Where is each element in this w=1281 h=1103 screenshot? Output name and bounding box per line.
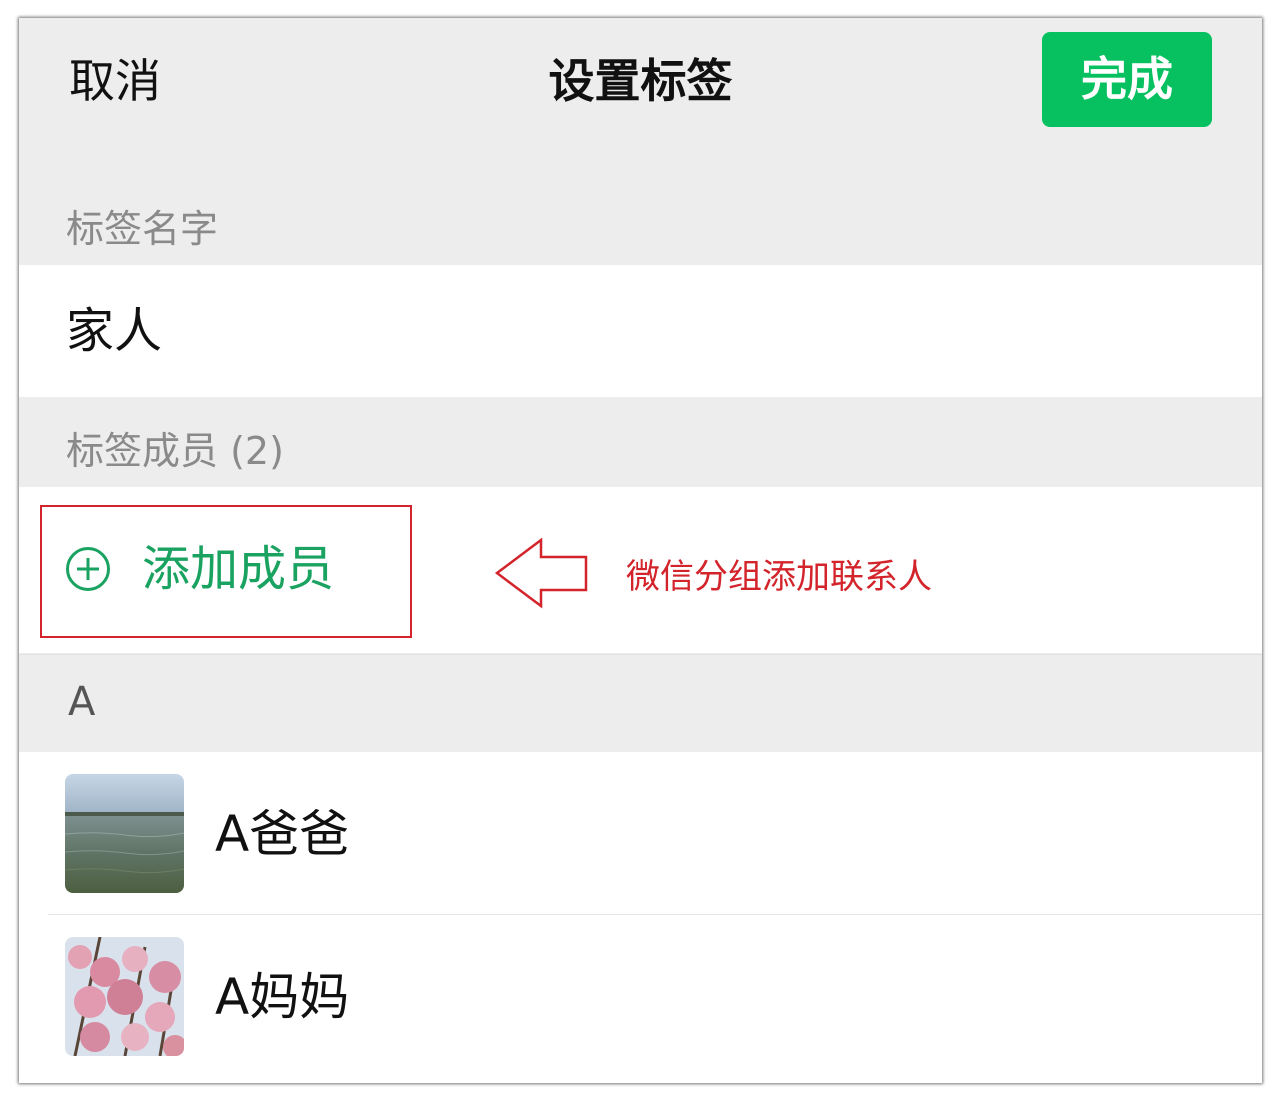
contact-name: A妈妈 bbox=[215, 968, 350, 1026]
wechat-screen: 取消 设置标签 完成 标签名字 家人 标签成员 (2) 添加成员 微信分组添加联… bbox=[19, 18, 1262, 1083]
add-member-row: 添加成员 微信分组添加联系人 bbox=[19, 487, 1262, 653]
left-arrow-annotation-icon bbox=[494, 537, 588, 609]
add-circle-icon[interactable] bbox=[65, 546, 111, 592]
tag-name-value[interactable]: 家人 bbox=[66, 303, 162, 359]
tag-name-section-label: 标签名字 bbox=[66, 207, 219, 251]
contact-row[interactable]: A妈妈 bbox=[19, 915, 1262, 1083]
index-header: A bbox=[19, 654, 1262, 752]
annotation-text: 微信分组添加联系人 bbox=[626, 557, 932, 597]
contact-row[interactable]: A爸爸 bbox=[19, 752, 1262, 915]
contact-name: A爸爸 bbox=[215, 805, 350, 863]
navigation-bar: 取消 设置标签 完成 bbox=[19, 18, 1262, 168]
tag-name-field[interactable]: 家人 bbox=[19, 265, 1262, 397]
tag-members-section-label: 标签成员 (2) bbox=[66, 429, 284, 473]
index-letter: A bbox=[68, 679, 96, 725]
avatar bbox=[65, 774, 184, 893]
add-member-button[interactable]: 添加成员 bbox=[142, 539, 334, 599]
avatar bbox=[65, 937, 184, 1056]
done-button[interactable]: 完成 bbox=[1042, 32, 1212, 127]
